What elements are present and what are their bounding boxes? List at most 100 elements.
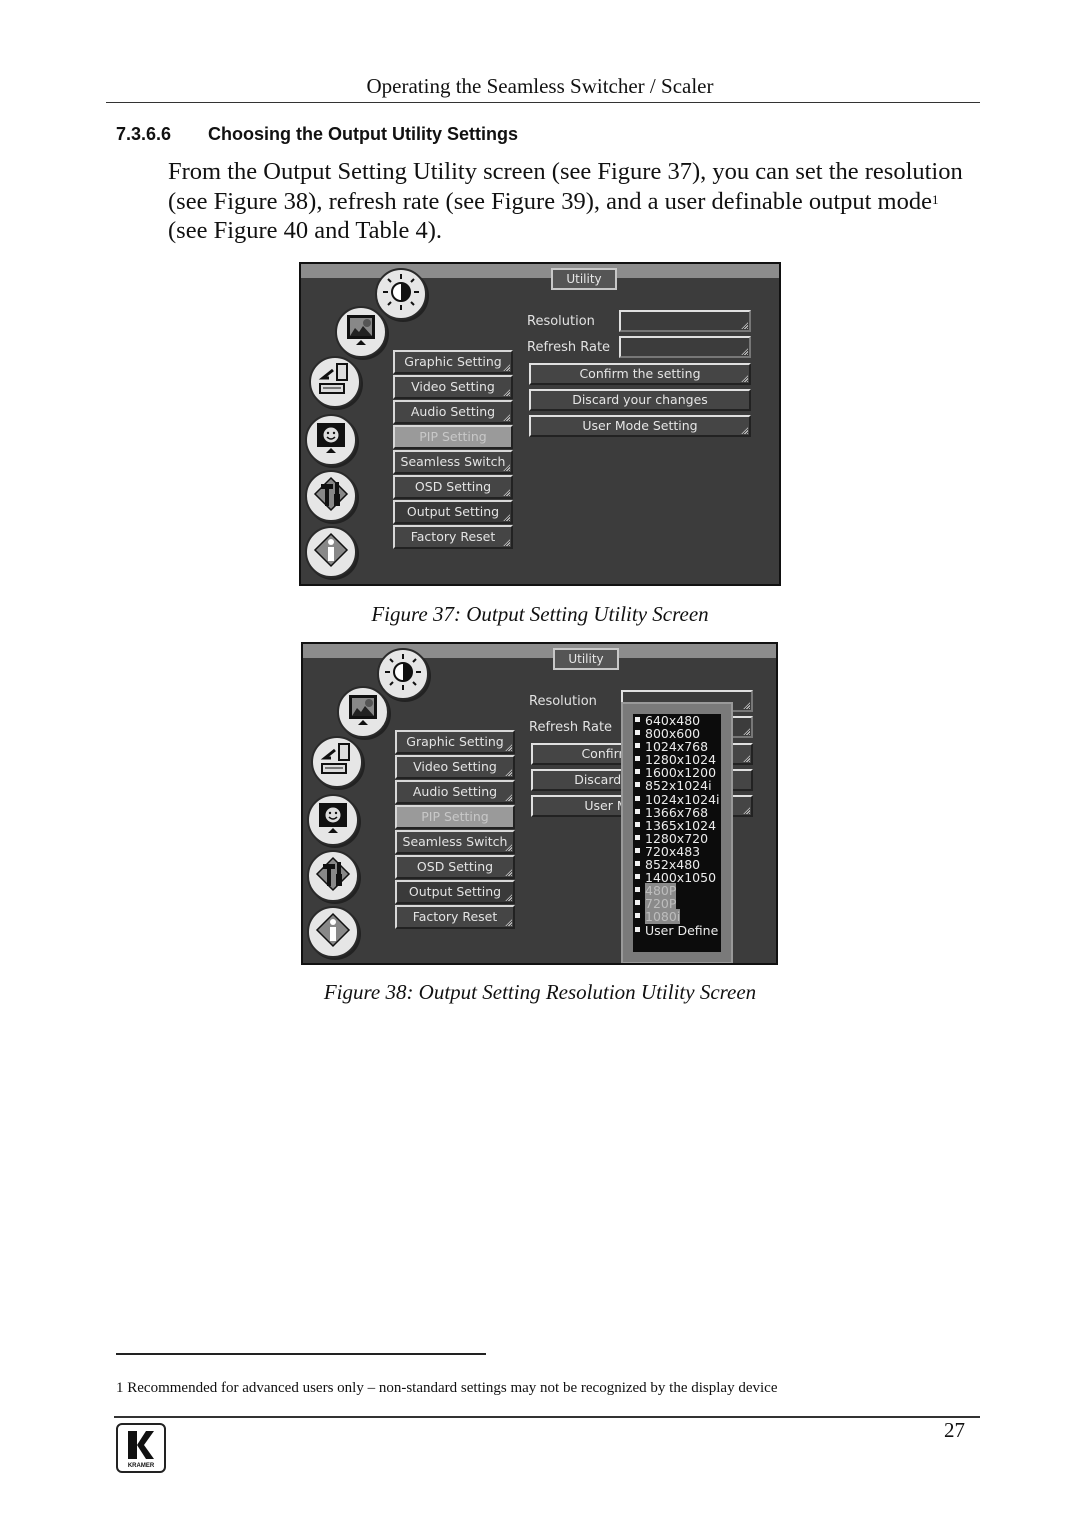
menu-item-label: Video Setting: [413, 759, 497, 774]
brightness-menu-button[interactable]: [377, 648, 429, 700]
menu-item-graphic-setting[interactable]: Graphic Setting: [393, 350, 513, 374]
menu-item-factory-reset[interactable]: Factory Reset: [395, 905, 515, 929]
figure-38-caption: Figure 38: Output Setting Resolution Uti…: [323, 980, 757, 1004]
utility-title: Utility: [553, 648, 619, 670]
bullet-icon: [635, 834, 640, 840]
resize-grip-icon: [505, 744, 512, 751]
tools-menu-button[interactable]: [307, 850, 359, 902]
figure-38-screen: Utility Graphic Setting Video Setting Audio…: [301, 642, 778, 965]
bullet-icon: [635, 730, 640, 736]
menu-item-video-setting[interactable]: Video Setting: [393, 375, 513, 399]
menu-item-output-setting[interactable]: Output Setting: [395, 880, 515, 904]
bullet-icon: [635, 900, 640, 906]
input-icon: [315, 360, 355, 404]
brightness-icon: [383, 652, 423, 696]
input-menu-button[interactable]: [309, 356, 361, 408]
button-label: User Mode Setting: [582, 418, 698, 433]
menu-item-label: PIP Setting: [421, 809, 489, 824]
input-icon: [317, 740, 357, 784]
menu-item-pip-setting[interactable]: PIP Setting: [393, 425, 513, 449]
menu-item-audio-setting[interactable]: Audio Setting: [395, 780, 515, 804]
section-title: Choosing the Output Utility Settings: [208, 124, 518, 144]
info-menu-button[interactable]: [305, 526, 357, 578]
resize-grip-icon: [743, 807, 750, 814]
menu-item-label: Graphic Setting: [406, 734, 504, 749]
menu-item-osd-setting[interactable]: OSD Setting: [393, 475, 513, 499]
resize-grip-icon: [741, 375, 748, 382]
resize-grip-icon: [741, 322, 748, 329]
menu-item-label: Factory Reset: [412, 909, 498, 924]
geometry-icon: [313, 798, 353, 842]
refresh-rate-label: Refresh Rate: [529, 720, 613, 735]
menu-item-pip-setting[interactable]: PIP Setting: [395, 805, 515, 829]
menu-item-label: Video Setting: [411, 379, 495, 394]
footnote: 1 Recommended for advanced users only – …: [116, 1380, 778, 1396]
resize-grip-icon: [503, 514, 510, 521]
menu-item-label: Audio Setting: [412, 784, 498, 799]
menu-item-graphic-setting[interactable]: Graphic Setting: [395, 730, 515, 754]
figure-37-caption: Figure 37: Output Setting Utility Screen: [371, 602, 709, 626]
menu-item-video-setting[interactable]: Video Setting: [395, 755, 515, 779]
info-icon: [311, 530, 351, 574]
user-mode-setting-button[interactable]: User Mode Setting: [529, 415, 751, 437]
brightness-icon: [381, 272, 421, 316]
discard-changes-button[interactable]: Discard your changes: [529, 389, 751, 411]
bullet-icon: [635, 743, 640, 749]
resize-grip-icon: [743, 728, 750, 735]
button-label: Discard your changes: [572, 392, 708, 407]
bullet-icon: [635, 756, 640, 762]
menu-item-seamless-switch[interactable]: Seamless Switch: [393, 450, 513, 474]
resize-grip-icon: [503, 539, 510, 546]
menu-item-label: OSD Setting: [416, 859, 494, 874]
kramer-logo: KRAMER: [116, 1423, 166, 1473]
tools-icon: [313, 854, 353, 898]
menu-item-output-setting[interactable]: Output Setting: [393, 500, 513, 524]
menu-item-label: Factory Reset: [410, 529, 496, 544]
section-heading: 7.3.6.6 Choosing the Output Utility Setti…: [116, 124, 518, 145]
resize-grip-icon: [503, 489, 510, 496]
refresh-rate-label: Refresh Rate: [527, 340, 611, 355]
menu-item-factory-reset[interactable]: Factory Reset: [393, 525, 513, 549]
resolution-dropdown[interactable]: [619, 310, 751, 332]
paragraph-text: From the Output Setting Utility screen (…: [168, 158, 963, 215]
menu-item-osd-setting[interactable]: OSD Setting: [395, 855, 515, 879]
resize-grip-icon: [743, 702, 750, 709]
input-menu-button[interactable]: [311, 736, 363, 788]
menu-item-label: Seamless Switch: [400, 454, 506, 469]
resize-grip-icon: [743, 755, 750, 762]
menu-item-label: Output Setting: [406, 504, 500, 519]
geometry-menu-button[interactable]: [307, 794, 359, 846]
resolution-options-list[interactable]: 640x480 800x600 1024x768 1280x1024 1600x1200…: [621, 702, 733, 963]
resize-grip-icon: [505, 869, 512, 876]
confirm-setting-button[interactable]: Confirm the setting: [529, 363, 751, 385]
brightness-menu-button[interactable]: [375, 268, 427, 320]
info-menu-button[interactable]: [307, 906, 359, 958]
resize-grip-icon: [741, 348, 748, 355]
resize-grip-icon: [505, 894, 512, 901]
bullet-icon: [635, 795, 640, 801]
bullet-icon: [635, 913, 640, 919]
footnote-rule: [116, 1353, 486, 1355]
section-number: 7.3.6.6: [116, 124, 172, 144]
menu-item-audio-setting[interactable]: Audio Setting: [393, 400, 513, 424]
resolution-option[interactable]: User Define: [633, 924, 721, 937]
running-head: Operating the Seamless Switcher / Scaler: [366, 74, 714, 98]
footnote-ref[interactable]: 1: [932, 192, 939, 207]
resize-grip-icon: [503, 389, 510, 396]
tools-icon: [311, 474, 351, 518]
menu-item-label: PIP Setting: [419, 429, 487, 444]
geometry-menu-button[interactable]: [305, 414, 357, 466]
button-label: Confirm the setting: [579, 366, 701, 381]
menu-item-label: Graphic Setting: [404, 354, 502, 369]
info-icon: [313, 910, 353, 954]
refresh-rate-dropdown[interactable]: [619, 336, 751, 358]
picture-menu-button[interactable]: [335, 306, 387, 358]
bullet-icon: [635, 847, 640, 853]
utility-title: Utility: [551, 268, 617, 290]
resize-grip-icon: [741, 427, 748, 434]
resolution-label: Resolution: [529, 694, 597, 709]
tools-menu-button[interactable]: [305, 470, 357, 522]
picture-menu-button[interactable]: [337, 686, 389, 738]
bullet-icon: [635, 874, 640, 880]
menu-item-seamless-switch[interactable]: Seamless Switch: [395, 830, 515, 854]
